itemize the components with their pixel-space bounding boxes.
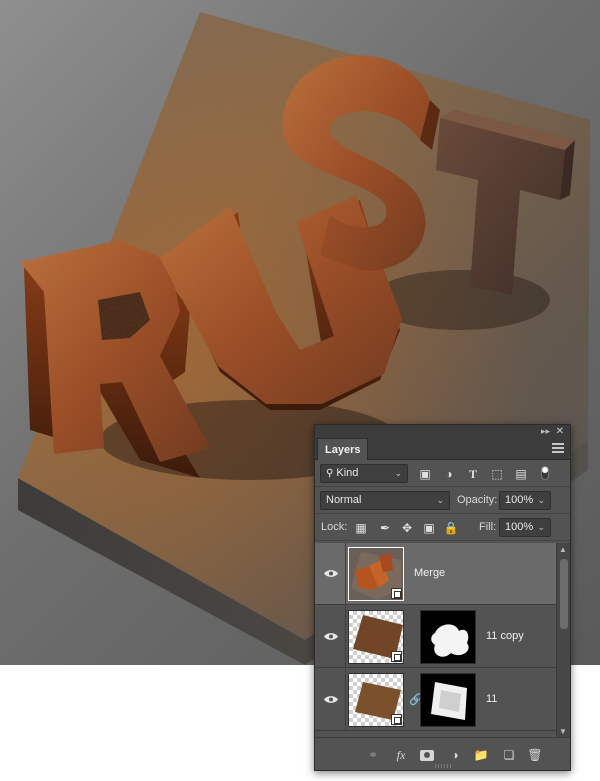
blend-mode-value: Normal [326,494,362,506]
artboard-icon[interactable]: ▣ [421,520,437,536]
fx-label: fx [396,748,406,762]
smart-object-filter-icon[interactable]: ▤ [513,466,529,482]
visibility-toggle[interactable] [315,669,346,731]
search-icon: ⚲ [326,468,334,479]
chevron-down-icon: ⌄ [394,468,402,478]
layer-mask-thumbnail[interactable] [420,610,476,664]
lock-image-icon[interactable]: ✒ [377,520,393,536]
smart-object-badge-icon [391,714,402,725]
smart-object-badge-icon [391,588,402,599]
type-filter-icon[interactable]: T [465,466,481,482]
panel-title-bar: ▸▸ ✕ [315,425,570,438]
opacity-value: 100% [505,494,534,506]
adjustment-layer-icon[interactable]: ◑ [447,747,463,763]
layer-row-11[interactable]: 🔗 11 [315,669,556,731]
layer-thumbnail[interactable] [348,673,404,727]
image-filter-icon[interactable]: ▣ [417,466,433,482]
layer-row-merge[interactable]: Merge [315,543,556,605]
fx-icon[interactable]: fx [393,747,409,763]
opacity-label: Opacity: [457,494,498,506]
layer-list-scrollbar[interactable]: ▲ ▼ [556,543,570,738]
scrollbar-thumb[interactable] [560,559,568,629]
scroll-down-icon[interactable]: ▼ [559,727,567,736]
lock-label: Lock: [321,521,348,533]
eye-icon [324,570,338,577]
visibility-toggle[interactable] [315,543,346,605]
chevron-down-icon[interactable]: ⌄ [537,519,545,536]
panel-menu-icon[interactable] [552,443,564,453]
layers-panel: ▸▸ ✕ Layers ⚲ Kind ⌄ ▣ ◑ T ⬚ ▤ Normal ⌄ … [314,424,571,771]
lock-row: Lock: ▦ ✒ ✥ ▣ 🔒 Fill: 100% ⌄ [315,514,570,541]
layer-list: Merge 11 copy 🔗 11 [315,543,556,738]
lock-position-icon[interactable]: ✥ [399,520,415,536]
shape-filter-icon[interactable]: ⬚ [489,466,505,482]
visibility-toggle[interactable] [315,606,346,668]
blend-mode-dropdown[interactable]: Normal ⌄ [320,491,450,510]
panel-tab-bar: Layers [315,438,570,460]
filter-kind-dropdown[interactable]: ⚲ Kind ⌄ [320,464,408,483]
double-chevron-right-icon[interactable]: ▸▸ [541,425,550,438]
new-group-icon[interactable]: 📁 [473,747,489,763]
fill-value: 100% [505,521,534,533]
scroll-up-icon[interactable]: ▲ [559,545,567,554]
fill-field[interactable]: 100% ⌄ [499,518,551,537]
resize-grip[interactable] [435,764,451,768]
layer-row-11-copy[interactable]: 11 copy [315,606,556,668]
eye-icon [324,633,338,640]
chevron-down-icon[interactable]: ⌄ [537,492,545,509]
layer-thumbnail[interactable] [348,610,404,664]
link-layers-icon[interactable]: ⚭ [365,747,381,763]
blend-row: Normal ⌄ Opacity: 100% ⌄ [315,487,570,514]
adjustment-filter-icon[interactable]: ◑ [441,466,457,482]
lock-transparent-icon[interactable]: ▦ [353,520,369,536]
layer-mask-thumbnail[interactable] [420,673,476,727]
layer-thumbnail[interactable] [348,547,404,601]
filter-row: ⚲ Kind ⌄ ▣ ◑ T ⬚ ▤ [315,460,570,487]
smart-object-badge-icon [391,651,402,662]
chevron-down-icon: ⌄ [436,495,444,505]
lock-all-icon[interactable]: 🔒 [443,520,459,536]
layer-name[interactable]: Merge [414,567,445,579]
close-icon[interactable]: ✕ [556,425,564,438]
opacity-field[interactable]: 100% ⌄ [499,491,551,510]
new-layer-icon[interactable]: ❏ [501,747,517,763]
tab-layers[interactable]: Layers [317,438,369,460]
eye-icon [324,696,338,703]
panel-footer: ⚭ fx ◑ 📁 ❏ 🗑 [315,737,570,770]
trash-icon[interactable]: 🗑 [527,747,543,763]
layer-name[interactable]: 11 copy [486,630,524,642]
fill-label: Fill: [479,521,497,533]
layer-name[interactable]: 11 [486,693,497,705]
add-mask-icon[interactable] [419,747,435,763]
filter-toggle-icon[interactable] [537,466,553,482]
filter-kind-label: Kind [336,467,359,479]
